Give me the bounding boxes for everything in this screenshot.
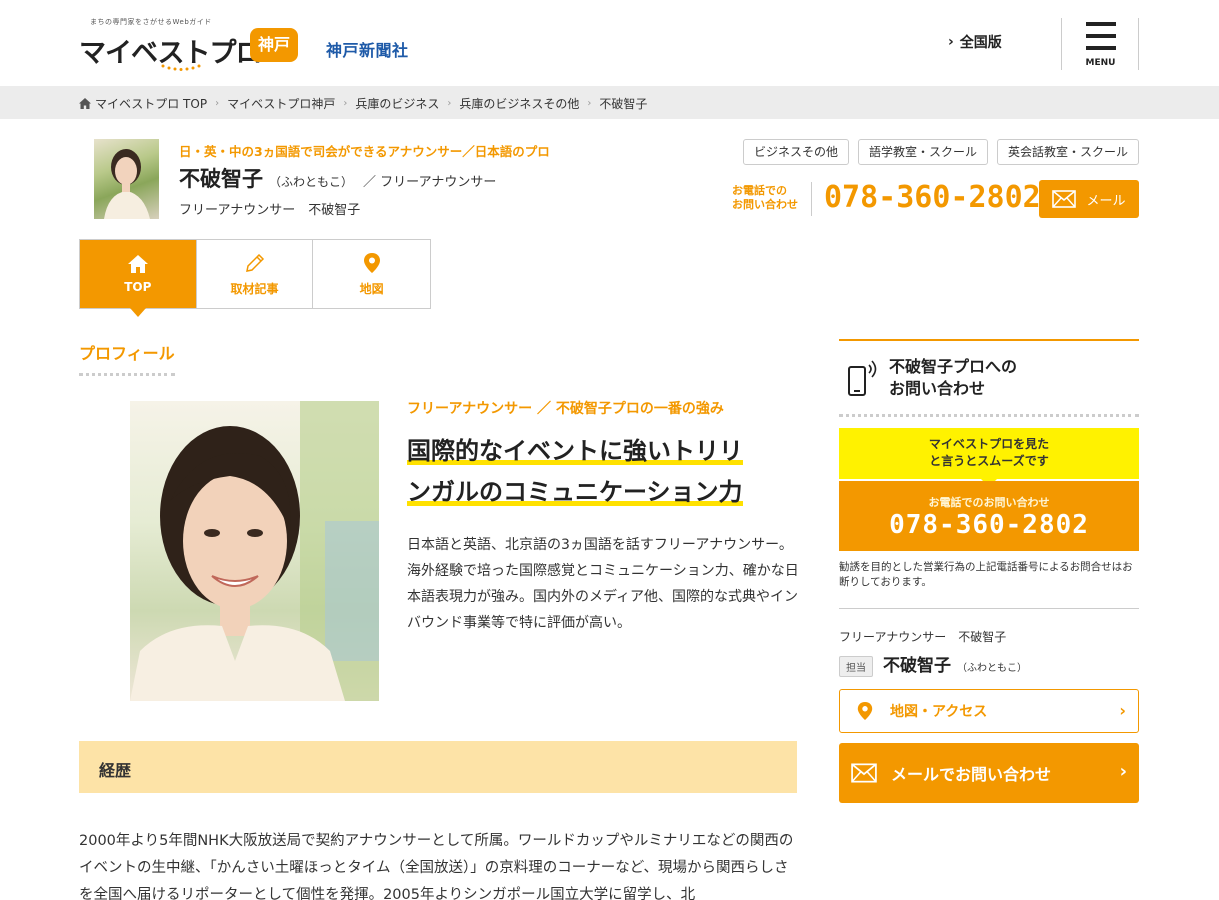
home-icon xyxy=(127,255,148,273)
sidebar-heading: 不破智子プロへの お問い合わせ xyxy=(889,356,1017,400)
call-number: 078-360-2802 xyxy=(889,510,1089,540)
call-label: お電話でのお問い合わせ xyxy=(928,496,1050,509)
notice-line: マイベストプロを見た xyxy=(928,437,1050,451)
map-pin-icon xyxy=(363,252,380,273)
profile-photo xyxy=(130,401,379,701)
profile-avatar xyxy=(94,139,159,219)
chevron-right-icon: › xyxy=(1119,701,1126,720)
profile-tagline: 日・英・中の3ヵ国語で司会ができるアナウンサー／日本語のプロ xyxy=(179,144,550,159)
national-version-label: 全国版 xyxy=(959,35,1002,51)
breadcrumb-item[interactable]: マイベストプロ神戸 xyxy=(227,95,335,112)
catch-copy: 国際的なイベントに強いトリリ ンガルのコミュニケーション力 xyxy=(407,431,799,513)
sidebar-pro-name: 不破智子 xyxy=(883,656,951,676)
profile-name-line: 不破智子 （ふわともこ） ／ フリーアナウンサー xyxy=(179,163,496,193)
profile-name: 不破智子 xyxy=(179,167,263,191)
intro-text: 日本語と英語、北京語の3ヵ国語を話すフリーアナウンサー。海外経験で培った国際感覚… xyxy=(407,537,799,631)
tab-label: TOP xyxy=(124,280,152,294)
phone-label-line: お問い合わせ xyxy=(732,198,798,211)
staff-badge: 担当 xyxy=(839,656,873,677)
career-header: 経歴 xyxy=(79,741,797,793)
notice-line: と言うとスムーズです xyxy=(929,454,1049,468)
phone-label: お電話での お問い合わせ xyxy=(732,184,798,212)
national-version-link[interactable]: › 全国版 xyxy=(948,32,1002,52)
menu-button[interactable]: MENU xyxy=(1062,18,1139,70)
envelope-icon xyxy=(1052,190,1077,208)
sidebar-contact-person: 担当 不破智子 （ふわともこ） xyxy=(839,651,1027,677)
home-icon xyxy=(79,98,91,109)
profile-title: ／ フリーアナウンサー xyxy=(363,175,497,190)
publisher-logo[interactable]: 神戸新聞社 xyxy=(326,37,409,61)
sidebar-disclaimer: 勧誘を目的とした営業行為の上記電話番号によるお問合せはお断りしております。 xyxy=(839,561,1133,588)
logo-dots-decoration xyxy=(161,64,201,71)
logo-region-badge: 神戸 xyxy=(250,28,298,62)
chevron-right-icon: › xyxy=(1119,761,1127,782)
map-access-button[interactable]: 地図・アクセス › xyxy=(839,689,1139,733)
menu-label: MENU xyxy=(1085,58,1116,68)
chevron-right-icon: › xyxy=(948,34,954,50)
section-title: プロフィール xyxy=(79,344,175,363)
catch-copy-line: 国際的なイベントに強いトリリ xyxy=(407,437,743,465)
mail-button-label: メール xyxy=(1086,193,1126,209)
sidebar-notice: マイベストプロを見た と言うとスムーズです xyxy=(839,428,1139,487)
sidebar-heading-line: お問い合わせ xyxy=(889,379,986,398)
tab-top[interactable]: TOP xyxy=(80,240,197,317)
breadcrumb: マイベストプロ TOP › マイベストプロ神戸 › 兵庫のビジネス › 兵庫のビ… xyxy=(0,86,1219,119)
profile-kana: （ふわともこ） xyxy=(269,175,354,189)
category-tag[interactable]: 語学教室・スクール xyxy=(858,139,988,165)
strength-label: フリーアナウンサー ／ 不破智子プロの一番の強み xyxy=(407,401,724,417)
breadcrumb-item[interactable]: 兵庫のビジネスその他 xyxy=(459,95,579,112)
mail-button[interactable]: メール xyxy=(1039,180,1139,218)
breadcrumb-item[interactable]: 兵庫のビジネス xyxy=(355,95,439,112)
phone-label-line: お電話での xyxy=(732,184,787,197)
site-header: まちの専門家をさがせるWebガイド マイベストプロ 神戸 神戸新聞社 › 全国版… xyxy=(0,0,1219,86)
breadcrumb-current: 不破智子 xyxy=(599,97,648,111)
career-title: 経歴 xyxy=(99,761,132,780)
sidebar-top-border xyxy=(839,339,1139,341)
tab-label: 地図 xyxy=(359,281,384,296)
profile-subtitle: フリーアナウンサー 不破智子 xyxy=(179,203,361,218)
career-text: 2000年より5年間NHK大阪放送局で契約アナウンサーとして所属。ワールドカップ… xyxy=(79,833,794,900)
map-pin-icon xyxy=(857,702,873,720)
sidebar-heading-line: 不破智子プロへの xyxy=(889,357,1018,376)
avatar-portrait xyxy=(104,149,150,219)
breadcrumb-separator: › xyxy=(215,98,220,109)
sidebar-call-button[interactable]: お電話でのお問い合わせ 078-360-2802 xyxy=(839,481,1139,551)
sidebar-dotted-divider xyxy=(839,414,1139,417)
breadcrumb-item[interactable]: マイベストプロ TOP xyxy=(95,95,207,112)
map-access-label: 地図・アクセス xyxy=(890,704,988,720)
tab-map[interactable]: 地図 xyxy=(313,240,430,308)
hamburger-icon xyxy=(1086,34,1116,38)
tab-articles[interactable]: 取材記事 xyxy=(197,240,314,308)
profile-tabs: TOP 取材記事 地図 xyxy=(79,239,431,317)
phone-number[interactable]: 078-360-2802 xyxy=(824,180,1041,215)
hamburger-icon xyxy=(1086,46,1116,50)
category-tag[interactable]: ビジネスその他 xyxy=(743,139,849,165)
smartphone-icon xyxy=(848,360,877,396)
pencil-icon xyxy=(245,253,264,272)
sidebar-divider xyxy=(839,608,1139,609)
logo-tagline: まちの専門家をさがせるWebガイド xyxy=(90,18,212,26)
breadcrumb-separator: › xyxy=(587,98,592,109)
phone-divider xyxy=(811,182,812,216)
breadcrumb-separator: › xyxy=(447,98,452,109)
section-underline xyxy=(79,373,175,376)
breadcrumb-separator: › xyxy=(343,98,348,109)
tab-label: 取材記事 xyxy=(230,281,279,296)
hamburger-icon xyxy=(1086,22,1116,26)
mail-contact-button[interactable]: メールでお問い合わせ › xyxy=(839,743,1139,803)
catch-copy-line: ンガルのコミュニケーション力 xyxy=(407,478,743,506)
profile-portrait xyxy=(130,401,379,701)
sidebar-pro-kana: （ふわともこ） xyxy=(957,663,1027,674)
mail-contact-label: メールでお問い合わせ xyxy=(891,765,1052,784)
category-tag[interactable]: 英会話教室・スクール xyxy=(997,139,1139,165)
envelope-icon xyxy=(851,763,877,783)
sidebar-pro-title: フリーアナウンサー 不破智子 xyxy=(839,630,1007,644)
